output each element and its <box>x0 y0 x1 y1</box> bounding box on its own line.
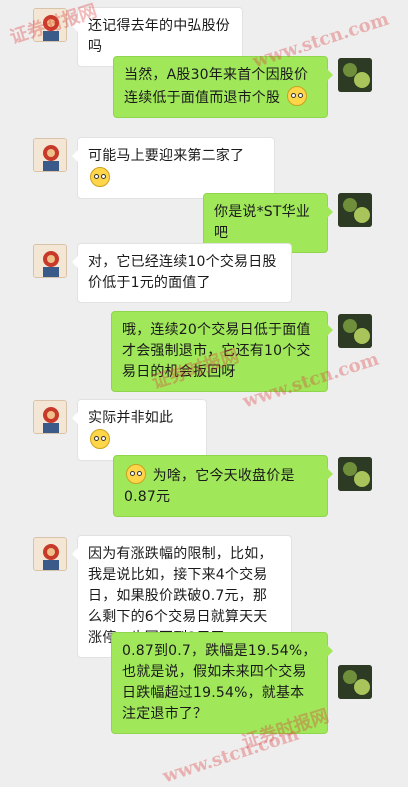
message-text: 可能马上要迎来第二家了 <box>88 148 245 164</box>
user-avatar[interactable] <box>338 58 372 92</box>
wide-eyed-emoji-icon <box>126 464 146 484</box>
wide-eyed-emoji-icon <box>90 167 110 187</box>
message-text: 因为有涨跌幅的限制，比如，我是说比如，接下来4个交易日，如果股价跌破0.7元，那… <box>88 546 273 646</box>
message-text: 实际并非如此 <box>88 410 174 426</box>
message-bubble[interactable]: 可能马上要迎来第二家了 <box>72 137 275 199</box>
message-text: 为啥，它今天收盘价是0.87元 <box>124 468 295 505</box>
contact-avatar[interactable] <box>33 537 67 571</box>
message-text: 0.87到0.7，跌幅是19.54%，也就是说，假如未来四个交易日跌幅超过19.… <box>122 643 317 722</box>
smile-emoji-icon <box>90 429 110 449</box>
message-bubble[interactable]: 0.87到0.7，跌幅是19.54%，也就是说，假如未来四个交易日跌幅超过19.… <box>111 632 333 734</box>
contact-avatar[interactable] <box>33 244 67 278</box>
message-text: 还记得去年的中弘股份吗 <box>88 18 230 55</box>
user-avatar[interactable] <box>338 193 372 227</box>
message-text: 对，它已经连续10个交易日股价低于1元的面值了 <box>88 254 277 291</box>
user-avatar[interactable] <box>338 457 372 491</box>
message-bubble[interactable]: 哦，连续20个交易日低于面值才会强制退市，它还有10个交易日的机会扳回呀 <box>111 311 333 392</box>
contact-avatar[interactable] <box>33 8 67 42</box>
message-bubble[interactable]: 为啥，它今天收盘价是0.87元 <box>113 455 333 517</box>
message-text: 当然，A股30年来首个因股价连续低于面值而退市个股 <box>124 67 309 106</box>
user-avatar[interactable] <box>338 665 372 699</box>
message-bubble[interactable]: 实际并非如此 <box>72 399 207 461</box>
message-text: 哦，连续20个交易日低于面值才会强制退市，它还有10个交易日的机会扳回呀 <box>122 322 311 380</box>
smirk-emoji-icon <box>286 86 307 106</box>
user-avatar[interactable] <box>338 314 372 348</box>
message-bubble[interactable]: 对，它已经连续10个交易日股价低于1元的面值了 <box>72 243 292 303</box>
contact-avatar[interactable] <box>33 400 67 434</box>
contact-avatar[interactable] <box>33 138 67 172</box>
message-text: 你是说*ST华业吧 <box>214 204 311 241</box>
message-bubble[interactable]: 当然，A股30年来首个因股价连续低于面值而退市个股 <box>113 56 333 118</box>
